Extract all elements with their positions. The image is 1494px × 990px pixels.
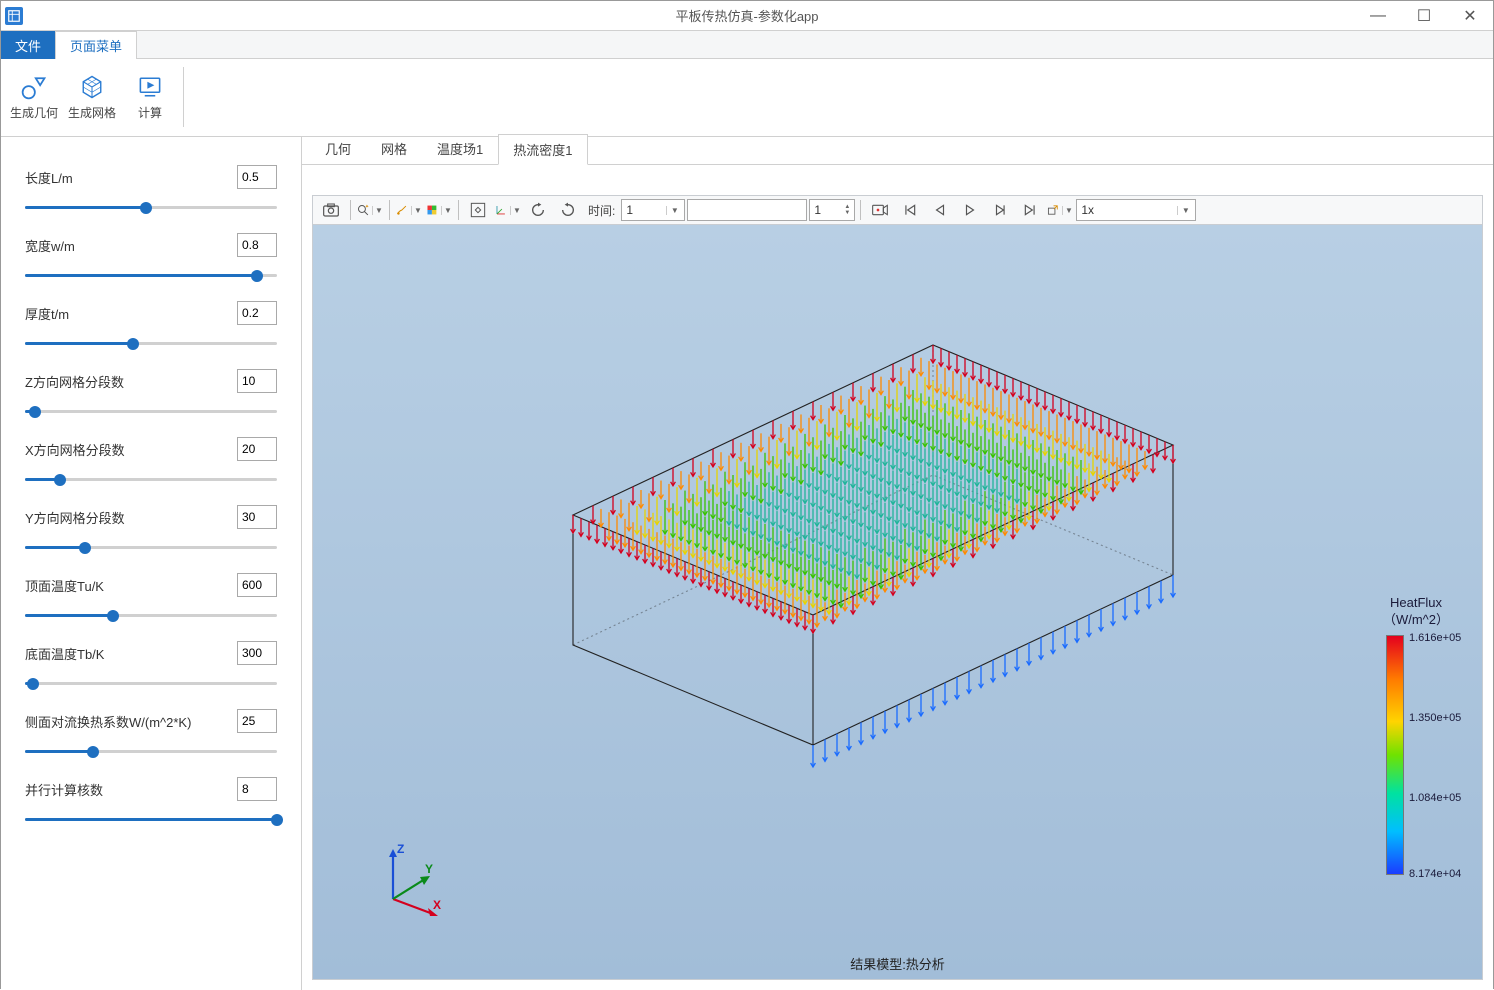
brush-button[interactable]: ▼ [395, 198, 423, 222]
time-label: 时间: [588, 202, 615, 219]
rotate-cw-button[interactable] [554, 198, 582, 222]
window-title: 平板传热仿真-参数化app [675, 6, 818, 25]
param-row: 厚度t/m [25, 301, 277, 351]
step-back-button[interactable] [926, 198, 954, 222]
param-slider[interactable] [25, 267, 277, 283]
view-tabs: 几何 网格 温度场1 热流密度1 [302, 137, 1493, 165]
param-slider[interactable] [25, 403, 277, 419]
frame-stepper[interactable]: 1▲▼ [809, 199, 855, 221]
param-slider[interactable] [25, 471, 277, 487]
param-label: Y方向网格分段数 [25, 508, 237, 527]
param-label: 底面温度Tb/K [25, 644, 237, 663]
param-slider[interactable] [25, 607, 277, 623]
compute-label: 计算 [138, 104, 162, 121]
menu-file[interactable]: 文件 [1, 31, 55, 59]
parameter-panel: 长度L/m 宽度w/m 厚度t/m Z方向网格分段数 [1, 137, 301, 990]
param-label: 长度L/m [25, 168, 237, 187]
param-label: 厚度t/m [25, 304, 237, 323]
app-icon [5, 7, 23, 25]
ribbon: 生成几何 生成网格 计算 [1, 59, 1493, 137]
3d-viewport[interactable]: Z X Y HeatFlux （W/m^2） 1.616e+05 1.350e+… [312, 225, 1483, 980]
param-input[interactable] [237, 709, 277, 733]
compute-button[interactable]: 计算 [123, 63, 177, 131]
param-row: 底面温度Tb/K [25, 641, 277, 691]
param-row: Z方向网格分段数 [25, 369, 277, 419]
compute-icon [136, 73, 164, 101]
param-label: Z方向网格分段数 [25, 372, 237, 391]
legend-bar: 1.616e+05 1.350e+05 1.084e+05 8.174e+04 [1386, 635, 1404, 875]
record-button[interactable] [866, 198, 894, 222]
param-row: 顶面温度Tu/K [25, 573, 277, 623]
svg-text:Z: Z [397, 842, 404, 856]
param-label: 侧面对流换热系数W/(m^2*K) [25, 712, 237, 731]
time-slider[interactable] [687, 199, 807, 221]
param-row: X方向网格分段数 [25, 437, 277, 487]
close-button[interactable]: ✕ [1447, 1, 1493, 31]
param-input[interactable] [237, 369, 277, 393]
skip-last-button[interactable] [1016, 198, 1044, 222]
param-slider[interactable] [25, 675, 277, 691]
svg-text:Y: Y [425, 862, 433, 876]
axis-view-button[interactable]: ▼ [494, 198, 522, 222]
rotate-ccw-button[interactable] [524, 198, 552, 222]
mesh-icon [78, 73, 106, 101]
view-area: ✦▼ ▼ ▼ ▼ 时间: 1▼ 1▲▼ ▼ [302, 165, 1493, 990]
generate-mesh-label: 生成网格 [68, 104, 116, 121]
param-row: 侧面对流换热系数W/(m^2*K) [25, 709, 277, 759]
svg-text:✦: ✦ [365, 204, 369, 210]
param-label: 宽度w/m [25, 236, 237, 255]
param-input[interactable] [237, 437, 277, 461]
tab-temperature[interactable]: 温度场1 [422, 133, 498, 164]
skip-first-button[interactable] [896, 198, 924, 222]
menu-page[interactable]: 页面菜单 [55, 31, 137, 59]
param-input[interactable] [237, 505, 277, 529]
export-button[interactable]: ▼ [1046, 198, 1074, 222]
param-input[interactable] [237, 641, 277, 665]
param-label: X方向网格分段数 [25, 440, 237, 459]
param-row: 并行计算核数 [25, 777, 277, 827]
param-slider[interactable] [25, 199, 277, 215]
param-label: 顶面温度Tu/K [25, 576, 237, 595]
axis-triad: Z X Y [373, 839, 453, 919]
geometry-icon [20, 73, 48, 101]
param-row: 长度L/m [25, 165, 277, 215]
svg-text:X: X [433, 898, 441, 912]
param-row: Y方向网格分段数 [25, 505, 277, 555]
param-slider[interactable] [25, 811, 277, 827]
color-cube-button[interactable]: ▼ [425, 198, 453, 222]
zoom-button[interactable]: ✦▼ [356, 198, 384, 222]
tab-geometry[interactable]: 几何 [310, 133, 366, 164]
param-input[interactable] [237, 165, 277, 189]
speed-dropdown[interactable]: 1x▼ [1076, 199, 1196, 221]
step-fwd-button[interactable] [986, 198, 1014, 222]
time-dropdown[interactable]: 1▼ [621, 199, 685, 221]
param-slider[interactable] [25, 743, 277, 759]
generate-mesh-button[interactable]: 生成网格 [65, 63, 119, 131]
param-input[interactable] [237, 573, 277, 597]
maximize-button[interactable]: ☐ [1401, 1, 1447, 31]
ribbon-separator [183, 67, 184, 127]
screenshot-button[interactable] [317, 198, 345, 222]
generate-geometry-button[interactable]: 生成几何 [7, 63, 61, 131]
param-slider[interactable] [25, 539, 277, 555]
minimize-button[interactable]: — [1355, 1, 1401, 31]
tab-heatflux[interactable]: 热流密度1 [498, 134, 587, 165]
result-caption: 结果模型:热分析 [850, 954, 945, 973]
menu-bar: 文件 页面菜单 [1, 31, 1493, 59]
param-input[interactable] [237, 233, 277, 257]
heat-flux-vectors [453, 265, 1193, 845]
param-label: 并行计算核数 [25, 780, 237, 799]
param-input[interactable] [237, 777, 277, 801]
title-bar: 平板传热仿真-参数化app — ☐ ✕ [1, 1, 1493, 31]
param-slider[interactable] [25, 335, 277, 351]
param-input[interactable] [237, 301, 277, 325]
tab-mesh[interactable]: 网格 [366, 133, 422, 164]
param-row: 宽度w/m [25, 233, 277, 283]
generate-geometry-label: 生成几何 [10, 104, 58, 121]
legend-title: HeatFlux （W/m^2） [1368, 595, 1464, 629]
color-legend: HeatFlux （W/m^2） 1.616e+05 1.350e+05 1.0… [1368, 595, 1464, 875]
viewer-toolbar: ✦▼ ▼ ▼ ▼ 时间: 1▼ 1▲▼ ▼ [312, 195, 1483, 225]
play-button[interactable] [956, 198, 984, 222]
fit-view-button[interactable] [464, 198, 492, 222]
